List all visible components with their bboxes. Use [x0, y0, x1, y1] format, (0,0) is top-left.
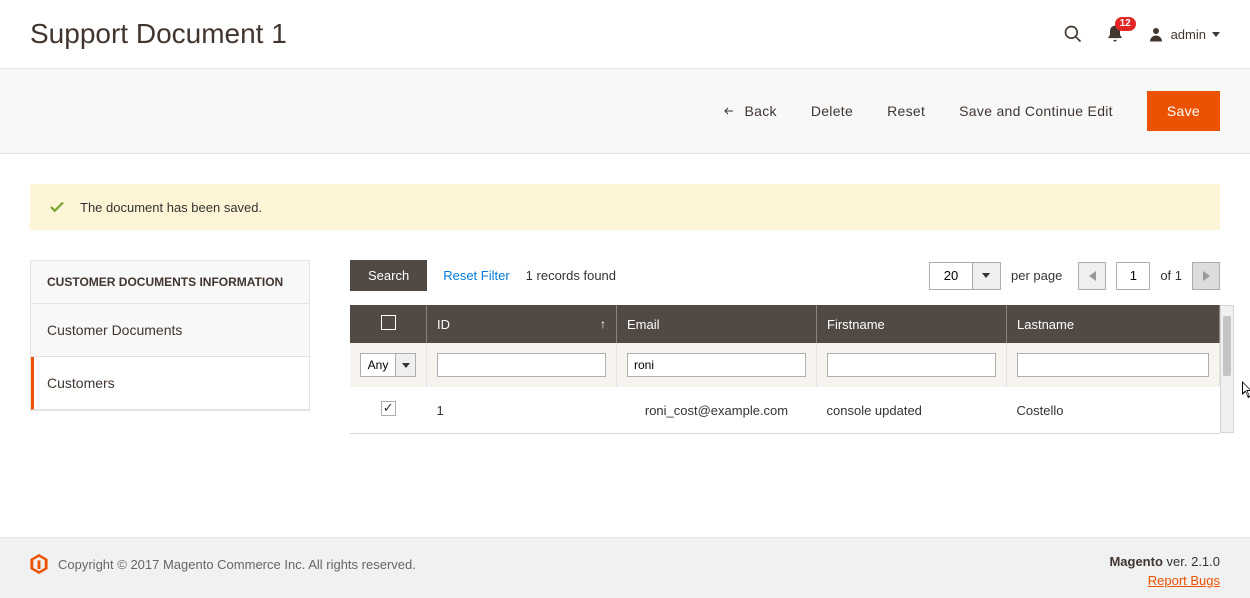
action-bar: Back Delete Reset Save and Continue Edit… — [0, 68, 1250, 154]
prev-page-button[interactable] — [1078, 262, 1106, 290]
chevron-down-icon — [1212, 32, 1220, 37]
footer: Copyright © 2017 Magento Commerce Inc. A… — [0, 537, 1250, 598]
delete-button[interactable]: Delete — [811, 103, 853, 119]
user-menu[interactable]: admin — [1147, 25, 1220, 43]
arrow-left-icon — [722, 105, 736, 117]
per-page-dropdown[interactable] — [973, 262, 1001, 290]
back-button[interactable]: Back — [722, 103, 776, 119]
row-checkbox[interactable] — [381, 401, 396, 416]
chevron-right-icon — [1203, 271, 1210, 281]
filter-id-input[interactable] — [437, 353, 606, 377]
page-total: of 1 — [1160, 268, 1182, 283]
success-text: The document has been saved. — [80, 200, 262, 215]
filter-any-dropdown[interactable] — [396, 353, 416, 377]
user-name: admin — [1171, 27, 1206, 42]
filter-firstname-input[interactable] — [827, 353, 996, 377]
cell-email: roni_cost@example.com — [617, 387, 817, 433]
cell-id: 1 — [427, 387, 617, 433]
search-button[interactable]: Search — [350, 260, 427, 291]
search-icon[interactable] — [1063, 24, 1083, 44]
notifications-badge: 12 — [1115, 17, 1136, 31]
report-bugs-link[interactable]: Report Bugs — [1109, 573, 1220, 588]
sort-asc-icon: ↑ — [600, 317, 606, 331]
user-icon — [1147, 25, 1165, 43]
save-button[interactable]: Save — [1147, 91, 1220, 131]
vertical-scrollbar[interactable] — [1220, 305, 1234, 433]
records-found: 1 records found — [526, 268, 616, 283]
reset-button[interactable]: Reset — [887, 103, 925, 119]
column-header-id[interactable]: ID↑ — [427, 305, 617, 343]
chevron-left-icon — [1089, 271, 1096, 281]
success-message: The document has been saved. — [30, 184, 1220, 230]
page-input[interactable] — [1116, 262, 1150, 290]
filter-email-input[interactable] — [627, 353, 806, 377]
chevron-down-icon — [402, 363, 410, 368]
sidebar-item-customers[interactable]: Customers — [31, 357, 309, 410]
next-page-button[interactable] — [1192, 262, 1220, 290]
copyright-text: Copyright © 2017 Magento Commerce Inc. A… — [58, 557, 416, 572]
filter-any-input[interactable] — [360, 353, 396, 377]
sidebar: CUSTOMER DOCUMENTS INFORMATION Customer … — [30, 260, 310, 411]
filter-lastname-input[interactable] — [1017, 353, 1209, 377]
check-icon — [48, 198, 66, 216]
cell-firstname: console updated — [817, 387, 1007, 433]
notifications-icon[interactable]: 12 — [1105, 24, 1125, 44]
column-header-firstname[interactable]: Firstname — [817, 305, 1007, 343]
version-text: Magento ver. 2.1.0 — [1109, 554, 1220, 569]
page-title: Support Document 1 — [30, 18, 287, 50]
select-all-checkbox[interactable] — [381, 315, 396, 330]
per-page-label: per page — [1011, 268, 1062, 283]
save-continue-button[interactable]: Save and Continue Edit — [959, 103, 1113, 119]
magento-logo-icon — [30, 554, 48, 574]
reset-filter-link[interactable]: Reset Filter — [443, 268, 509, 283]
sidebar-item-customer-documents[interactable]: Customer Documents — [31, 304, 309, 357]
per-page-input[interactable] — [929, 262, 973, 290]
cell-lastname: Costello — [1007, 387, 1220, 433]
chevron-down-icon — [982, 273, 990, 278]
column-header-lastname[interactable]: Lastname — [1007, 305, 1220, 343]
column-header-email[interactable]: Email — [617, 305, 817, 343]
table-row[interactable]: 1 roni_cost@example.com console updated … — [350, 387, 1220, 433]
sidebar-title: CUSTOMER DOCUMENTS INFORMATION — [31, 261, 309, 304]
